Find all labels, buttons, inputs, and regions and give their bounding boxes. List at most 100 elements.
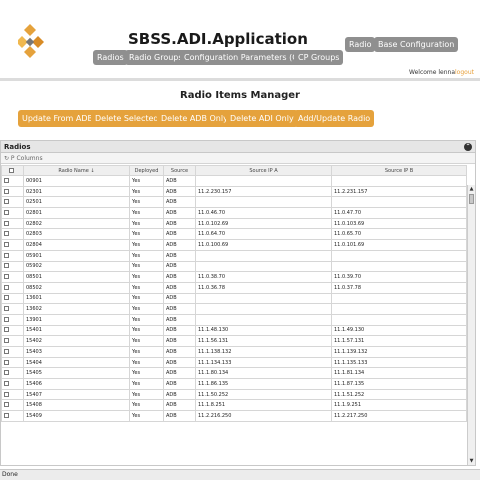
row-checkbox[interactable] xyxy=(4,220,9,226)
nav-config-params-button[interactable]: Configuration Parameters (CP) xyxy=(180,50,310,65)
row-checkbox[interactable] xyxy=(4,199,9,205)
grid-title: Radios xyxy=(4,143,31,151)
table-row[interactable]: 13601 Yes ADB xyxy=(1,292,467,305)
col-header-radio-name[interactable]: Radio Name ↓ xyxy=(23,165,130,176)
row-checkbox[interactable] xyxy=(4,316,9,322)
row-checkbox[interactable] xyxy=(4,295,9,301)
row-select-cell[interactable] xyxy=(1,410,24,422)
row-select-cell[interactable] xyxy=(1,196,24,209)
row-select-cell[interactable] xyxy=(1,324,24,337)
row-select-cell[interactable] xyxy=(1,239,24,251)
row-select-cell[interactable] xyxy=(1,303,24,315)
row-checkbox[interactable] xyxy=(4,402,9,408)
row-checkbox[interactable] xyxy=(4,348,9,354)
table-row[interactable]: 15402 Yes ADB 11.1.56.131 11.1.57.131 xyxy=(1,335,467,347)
table-row[interactable]: 08502 Yes ADB 11.0.36.78 11.0.37.78 xyxy=(1,281,467,294)
col-header-deployed[interactable]: Deployed xyxy=(129,165,164,176)
table-row[interactable]: 15403 Yes ADB 11.1.138.132 11.1.139.132 xyxy=(1,346,467,358)
col-header-source-ip-a[interactable]: Source IP A xyxy=(195,165,332,176)
table-row[interactable]: 02501 Yes ADB xyxy=(1,196,467,209)
table-row[interactable]: 02301 Yes ADB 11.2.230.157 11.2.231.157 xyxy=(1,185,467,198)
table-row[interactable]: 15406 Yes ADB 11.1.86.135 11.1.87.135 xyxy=(1,378,467,390)
row-select-cell[interactable] xyxy=(1,378,24,390)
delete-selected-button[interactable]: Delete Selected xyxy=(91,110,163,127)
row-select-cell[interactable] xyxy=(1,175,24,187)
nav-radio-groups-button[interactable]: Radio Groups xyxy=(125,50,187,65)
select-all-checkbox[interactable] xyxy=(9,167,14,173)
row-checkbox[interactable] xyxy=(4,370,9,376)
columns-toolbar[interactable]: ↻ P Columns xyxy=(1,153,475,164)
row-checkbox[interactable] xyxy=(4,306,9,312)
row-checkbox[interactable] xyxy=(4,209,9,215)
row-select-cell[interactable] xyxy=(1,388,24,401)
row-checkbox[interactable] xyxy=(4,274,9,280)
table-row[interactable]: 13602 Yes ADB xyxy=(1,303,467,315)
update-from-adb-button[interactable]: Update From ADB xyxy=(18,110,97,127)
select-all-header[interactable] xyxy=(1,165,24,176)
row-checkbox[interactable] xyxy=(4,359,9,365)
table-row[interactable]: 02801 Yes ADB 11.0.46.70 11.0.47.70 xyxy=(1,207,467,219)
add-update-radio-button[interactable]: Add/Update Radio xyxy=(294,110,375,127)
row-select-cell[interactable] xyxy=(1,207,24,219)
scroll-thumb[interactable] xyxy=(469,194,474,204)
col-header-source[interactable]: Source xyxy=(163,165,196,176)
nav-cp-groups-button[interactable]: CP Groups xyxy=(294,50,344,65)
row-select-cell[interactable] xyxy=(1,271,24,283)
table-row[interactable]: 02802 Yes ADB 11.0.102.69 11.0.103.69 xyxy=(1,217,467,230)
row-checkbox[interactable] xyxy=(4,338,9,344)
row-select-cell[interactable] xyxy=(1,249,24,262)
table-row[interactable]: 15401 Yes ADB 11.1.48.130 11.1.49.130 xyxy=(1,324,467,337)
row-checkbox[interactable] xyxy=(4,241,9,247)
source-cell: ADB xyxy=(163,175,196,187)
row-checkbox[interactable] xyxy=(4,252,9,258)
source-ip-b-cell xyxy=(331,313,467,326)
table-row[interactable]: 00901 Yes ADB xyxy=(1,175,467,187)
table-row[interactable]: 15408 Yes ADB 11.1.8.251 11.1.9.251 xyxy=(1,399,467,412)
row-checkbox[interactable] xyxy=(4,188,9,194)
table-row[interactable]: 02803 Yes ADB 11.0.64.70 11.0.65.70 xyxy=(1,228,467,241)
table-row[interactable]: 13901 Yes ADB xyxy=(1,313,467,326)
nav-radio-button[interactable]: Radio xyxy=(345,37,376,52)
collapse-panel-icon[interactable]: ⌃ xyxy=(464,143,472,151)
table-row[interactable]: 15407 Yes ADB 11.1.50.252 11.1.51.252 xyxy=(1,388,467,401)
row-select-cell[interactable] xyxy=(1,228,24,241)
nav-radios-button[interactable]: Radios xyxy=(93,50,128,65)
scroll-down-icon[interactable]: ▼ xyxy=(468,457,475,465)
row-select-cell[interactable] xyxy=(1,399,24,412)
table-row[interactable]: 05901 Yes ADB xyxy=(1,249,467,262)
grid-scrollbar[interactable]: ▲ ▼ xyxy=(467,185,475,465)
scroll-up-icon[interactable]: ▲ xyxy=(468,185,475,193)
table-row[interactable]: 15404 Yes ADB 11.1.134.133 11.1.135.133 xyxy=(1,356,467,369)
row-select-cell[interactable] xyxy=(1,260,24,273)
row-select-cell[interactable] xyxy=(1,356,24,369)
row-select-cell[interactable] xyxy=(1,335,24,347)
row-select-cell[interactable] xyxy=(1,185,24,198)
logout-link[interactable]: logout xyxy=(455,69,474,76)
row-select-cell[interactable] xyxy=(1,217,24,230)
radio-name-cell: 15402 xyxy=(23,335,130,347)
row-select-cell[interactable] xyxy=(1,292,24,305)
row-checkbox[interactable] xyxy=(4,380,9,386)
table-row[interactable]: 08501 Yes ADB 11.0.38.70 11.0.39.70 xyxy=(1,271,467,283)
table-row[interactable]: 05902 Yes ADB xyxy=(1,260,467,273)
col-header-source-ip-b[interactable]: Source IP B xyxy=(331,165,467,176)
row-select-cell[interactable] xyxy=(1,346,24,358)
row-checkbox[interactable] xyxy=(4,284,9,290)
row-select-cell[interactable] xyxy=(1,281,24,294)
table-row[interactable]: 15409 Yes ADB 11.2.216.250 11.2.217.250 xyxy=(1,410,467,422)
row-select-cell[interactable] xyxy=(1,313,24,326)
row-checkbox[interactable] xyxy=(4,327,9,333)
source-ip-b-cell: 11.1.51.252 xyxy=(331,388,467,401)
source-cell: ADB xyxy=(163,303,196,315)
row-checkbox[interactable] xyxy=(4,177,9,183)
nav-base-config-button[interactable]: Base Configuration xyxy=(374,37,459,52)
row-select-cell[interactable] xyxy=(1,367,24,380)
table-row[interactable]: 15405 Yes ADB 11.1.80.134 11.1.81.134 xyxy=(1,367,467,380)
row-checkbox[interactable] xyxy=(4,263,9,269)
table-row[interactable]: 02804 Yes ADB 11.0.100.69 11.0.101.69 xyxy=(1,239,467,251)
row-checkbox[interactable] xyxy=(4,391,9,397)
delete-adi-only-button[interactable]: Delete ADI Only xyxy=(226,110,298,127)
row-checkbox[interactable] xyxy=(4,231,9,237)
row-checkbox[interactable] xyxy=(4,412,9,418)
delete-adb-only-button[interactable]: Delete ADB Only xyxy=(157,110,232,127)
